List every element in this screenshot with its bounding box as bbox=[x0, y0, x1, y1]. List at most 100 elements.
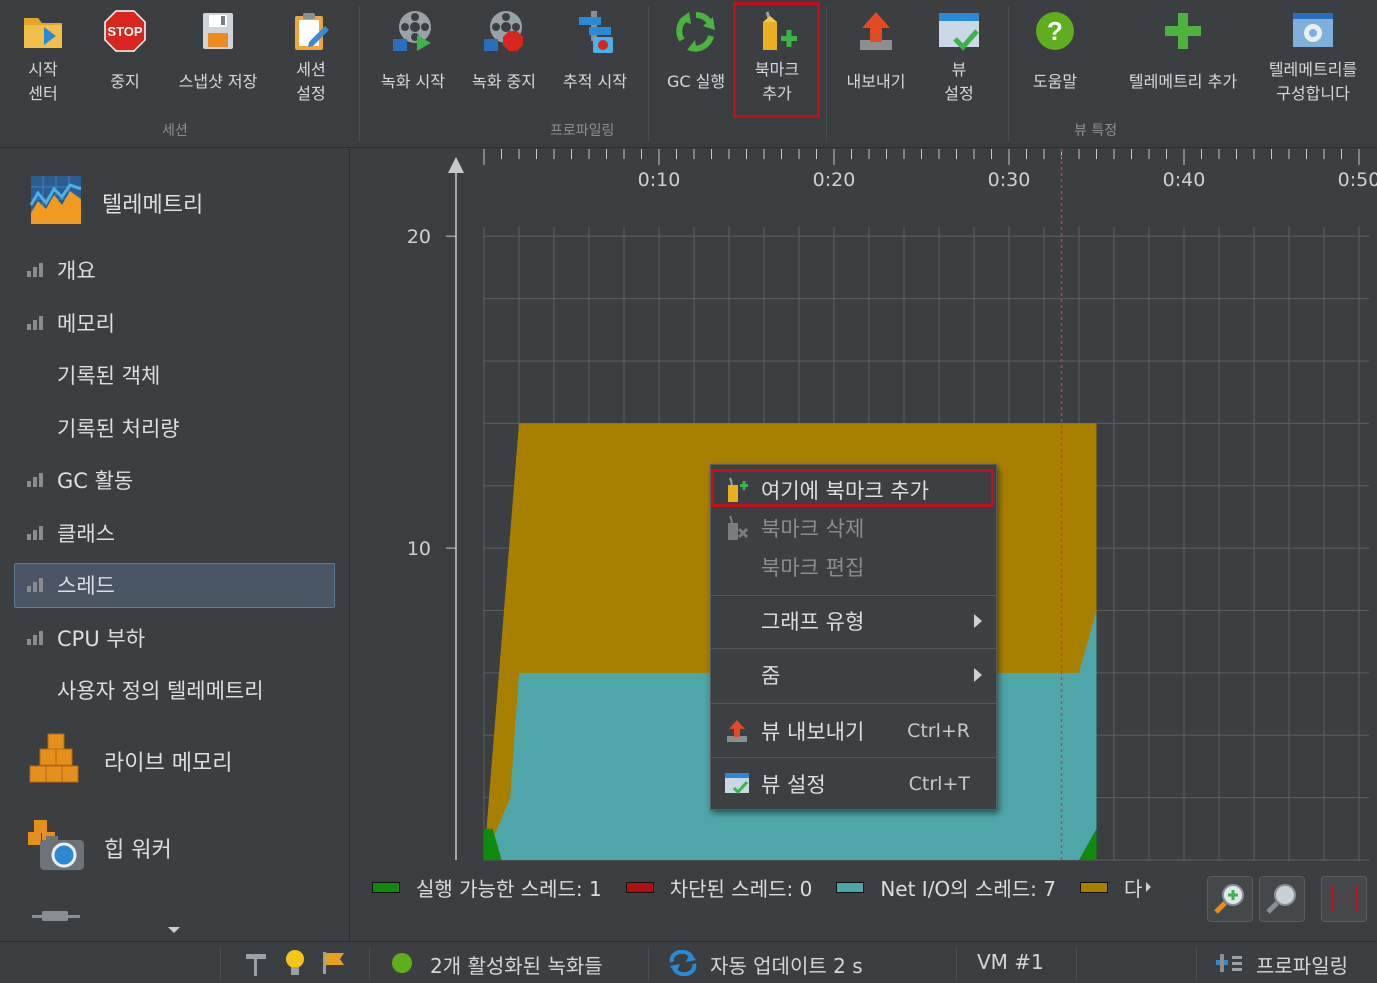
y-tick-label: 20 bbox=[407, 226, 431, 248]
menu-item-zoom[interactable]: 줌 bbox=[711, 656, 996, 694]
menu-item-label: 줌 bbox=[761, 664, 781, 688]
fit-range-icon bbox=[1331, 886, 1357, 912]
sidebar-telemetry-label: 텔레메트리 bbox=[102, 193, 204, 218]
sidebar-section-telemetry[interactable]: 텔레메트리 bbox=[0, 175, 350, 231]
export-button[interactable]: 내보내기 bbox=[840, 4, 912, 116]
menu-item-label: 뷰 내보내기 bbox=[761, 720, 865, 744]
scroll-down-arrow-icon[interactable] bbox=[168, 927, 180, 933]
recordings-status[interactable]: 2개 활성화된 녹화들 bbox=[430, 950, 603, 979]
save-snapshot-label: 스냅샷 저장 bbox=[178, 72, 258, 91]
window-check-icon bbox=[723, 770, 751, 798]
chart-legend: 실행 가능한 스레드: 1 차단된 스레드: 0 Net I/O의 스레드: 7… bbox=[372, 873, 1202, 901]
bar-chart-icon bbox=[27, 576, 49, 594]
stop-button[interactable]: STOP 중지 bbox=[98, 4, 152, 116]
svg-text:?: ? bbox=[1047, 16, 1063, 46]
menu-item-label: 그래프 유형 bbox=[761, 610, 865, 634]
sidebar-item-gc-activity[interactable]: GC 활동 bbox=[0, 459, 350, 501]
session-settings-button[interactable]: 세션 설정 bbox=[282, 4, 340, 116]
sidebar-item-threads[interactable]: 스레드 bbox=[0, 564, 350, 606]
bar-chart-icon bbox=[27, 524, 49, 542]
menu-separator bbox=[711, 648, 996, 649]
help-button[interactable]: ? 도움말 bbox=[1024, 4, 1086, 116]
menu-item-label: 뷰 설정 bbox=[761, 773, 826, 797]
sidebar-item-cpu-load[interactable]: CPU 부하 bbox=[0, 617, 350, 659]
film-reel-stop-icon bbox=[480, 4, 528, 58]
statusbar-separator bbox=[956, 948, 957, 980]
menu-item-export-view[interactable]: 뷰 내보내기 Ctrl+R bbox=[711, 712, 996, 750]
legend-item: 실행 가능한 스레드: 1 bbox=[372, 873, 602, 901]
menu-item-label: 북마크 편집 bbox=[761, 556, 865, 580]
session-group-label: 세션 bbox=[162, 123, 188, 139]
menu-item-graph-type[interactable]: 그래프 유형 bbox=[711, 602, 996, 640]
legend-item: 다 bbox=[1079, 873, 1152, 901]
sidebar-item-label: 메모리 bbox=[57, 312, 115, 336]
vm-status: VM #1 bbox=[977, 950, 1044, 974]
zoom-out-icon bbox=[1266, 884, 1296, 914]
add-telemetry-label: 텔레메트리 추가 bbox=[1128, 72, 1238, 91]
sidebar-section-heap-walker[interactable]: 힙 워커 bbox=[0, 819, 350, 877]
sidebar-live-memory-label: 라이브 메모리 bbox=[104, 751, 233, 776]
window-check-icon bbox=[935, 4, 983, 58]
stop-recording-button[interactable]: 녹화 중지 bbox=[466, 4, 542, 116]
plus-icon bbox=[1159, 4, 1207, 58]
legend-swatch bbox=[372, 881, 400, 893]
sidebar-more-item[interactable] bbox=[0, 905, 350, 925]
sidebar-item-custom-telemetry[interactable]: 사용자 정의 텔레메트리 bbox=[0, 669, 350, 711]
profiling-mode-icon bbox=[1214, 950, 1244, 981]
sidebar-item-label: CPU 부하 bbox=[57, 627, 146, 651]
pin-icon[interactable] bbox=[242, 950, 270, 981]
start-recording-label: 녹화 시작 bbox=[381, 72, 445, 91]
sidebar-item-recorded-throughput[interactable]: 기록된 처리량 bbox=[0, 407, 350, 449]
help-label: 도움말 bbox=[1032, 72, 1078, 91]
stop-icon-text: STOP bbox=[107, 24, 142, 39]
sidebar-item-overview[interactable]: 개요 bbox=[0, 249, 350, 291]
configure-telemetry-label-2: 구성합니다 bbox=[1276, 84, 1350, 103]
sidebar-section-live-memory[interactable]: 라이브 메모리 bbox=[0, 733, 350, 789]
zoom-out-button[interactable] bbox=[1259, 876, 1305, 922]
bar-chart-icon bbox=[27, 471, 49, 489]
start-recording-button[interactable]: 녹화 시작 bbox=[374, 4, 452, 116]
lightbulb-icon[interactable] bbox=[284, 949, 306, 982]
sidebar-item-label: 기록된 처리량 bbox=[57, 417, 180, 441]
profiling-status: 프로파일링 bbox=[1256, 954, 1348, 978]
bar-chart-icon bbox=[27, 261, 49, 279]
run-gc-button[interactable]: GC 실행 bbox=[662, 4, 730, 116]
y-axis-arrow bbox=[448, 157, 464, 173]
context-menu: 여기에 북마크 추가 북마크 삭제 북마크 편집 그래프 유형 줌 뷰 내보내기… bbox=[710, 464, 997, 810]
sidebar-item-label: 클래스 bbox=[57, 522, 115, 546]
legend-label: 차단된 스레드: 0 bbox=[669, 876, 813, 901]
sidebar-item-recorded-objects[interactable]: 기록된 객체 bbox=[0, 354, 350, 396]
sidebar-item-classes[interactable]: 클래스 bbox=[0, 512, 350, 554]
view-settings-button[interactable]: 뷰 설정 bbox=[930, 4, 988, 116]
y-tick-label: 10 bbox=[407, 538, 431, 560]
time-tick-label: 0:40 bbox=[1163, 169, 1206, 191]
zoom-in-button[interactable] bbox=[1207, 876, 1253, 922]
save-snapshot-button[interactable]: 스냅샷 저장 bbox=[170, 4, 266, 116]
menu-item-view-settings[interactable]: 뷰 설정 Ctrl+T bbox=[711, 765, 996, 803]
flag-icon[interactable] bbox=[320, 950, 348, 981]
legend-swatch bbox=[1079, 881, 1108, 893]
submenu-arrow-icon bbox=[974, 668, 982, 682]
legend-more-arrow-icon[interactable] bbox=[1146, 882, 1152, 892]
menu-item-edit-bookmark[interactable]: 북마크 편집 bbox=[711, 548, 996, 586]
recording-status-icon bbox=[392, 953, 412, 973]
submenu-arrow-icon bbox=[974, 614, 982, 628]
fit-zoom-button[interactable] bbox=[1321, 876, 1367, 922]
auto-update-status[interactable]: 자동 업데이트 2 s bbox=[710, 950, 863, 979]
legend-label: 다 bbox=[1123, 876, 1143, 901]
window-gear-icon bbox=[1289, 4, 1337, 58]
export-arrow-icon bbox=[723, 717, 751, 745]
bar-chart-icon bbox=[27, 629, 49, 647]
auto-update-icon bbox=[668, 949, 698, 981]
menu-item-delete-bookmark[interactable]: 북마크 삭제 bbox=[711, 509, 996, 547]
profiling-group-label: 프로파일링 bbox=[550, 123, 615, 139]
sidebar-item-memory[interactable]: 메모리 bbox=[0, 302, 350, 344]
start-center-button[interactable]: 시작 센터 bbox=[14, 4, 72, 116]
add-telemetry-button[interactable]: 텔레메트리 추가 bbox=[1118, 4, 1248, 116]
statusbar-separator bbox=[1076, 948, 1077, 980]
start-tracking-button[interactable]: 추적 시작 bbox=[556, 4, 634, 116]
toolbar: 시작 센터 STOP 중지 스냅샷 저장 세션 설정 세션 녹화 시작 녹화 중지 bbox=[0, 0, 1377, 148]
configure-telemetry-button[interactable]: 텔레메트리를 구성합니다 bbox=[1258, 4, 1368, 116]
add-bookmark-highlight bbox=[733, 2, 820, 118]
stop-recording-label: 녹화 중지 bbox=[472, 72, 536, 91]
